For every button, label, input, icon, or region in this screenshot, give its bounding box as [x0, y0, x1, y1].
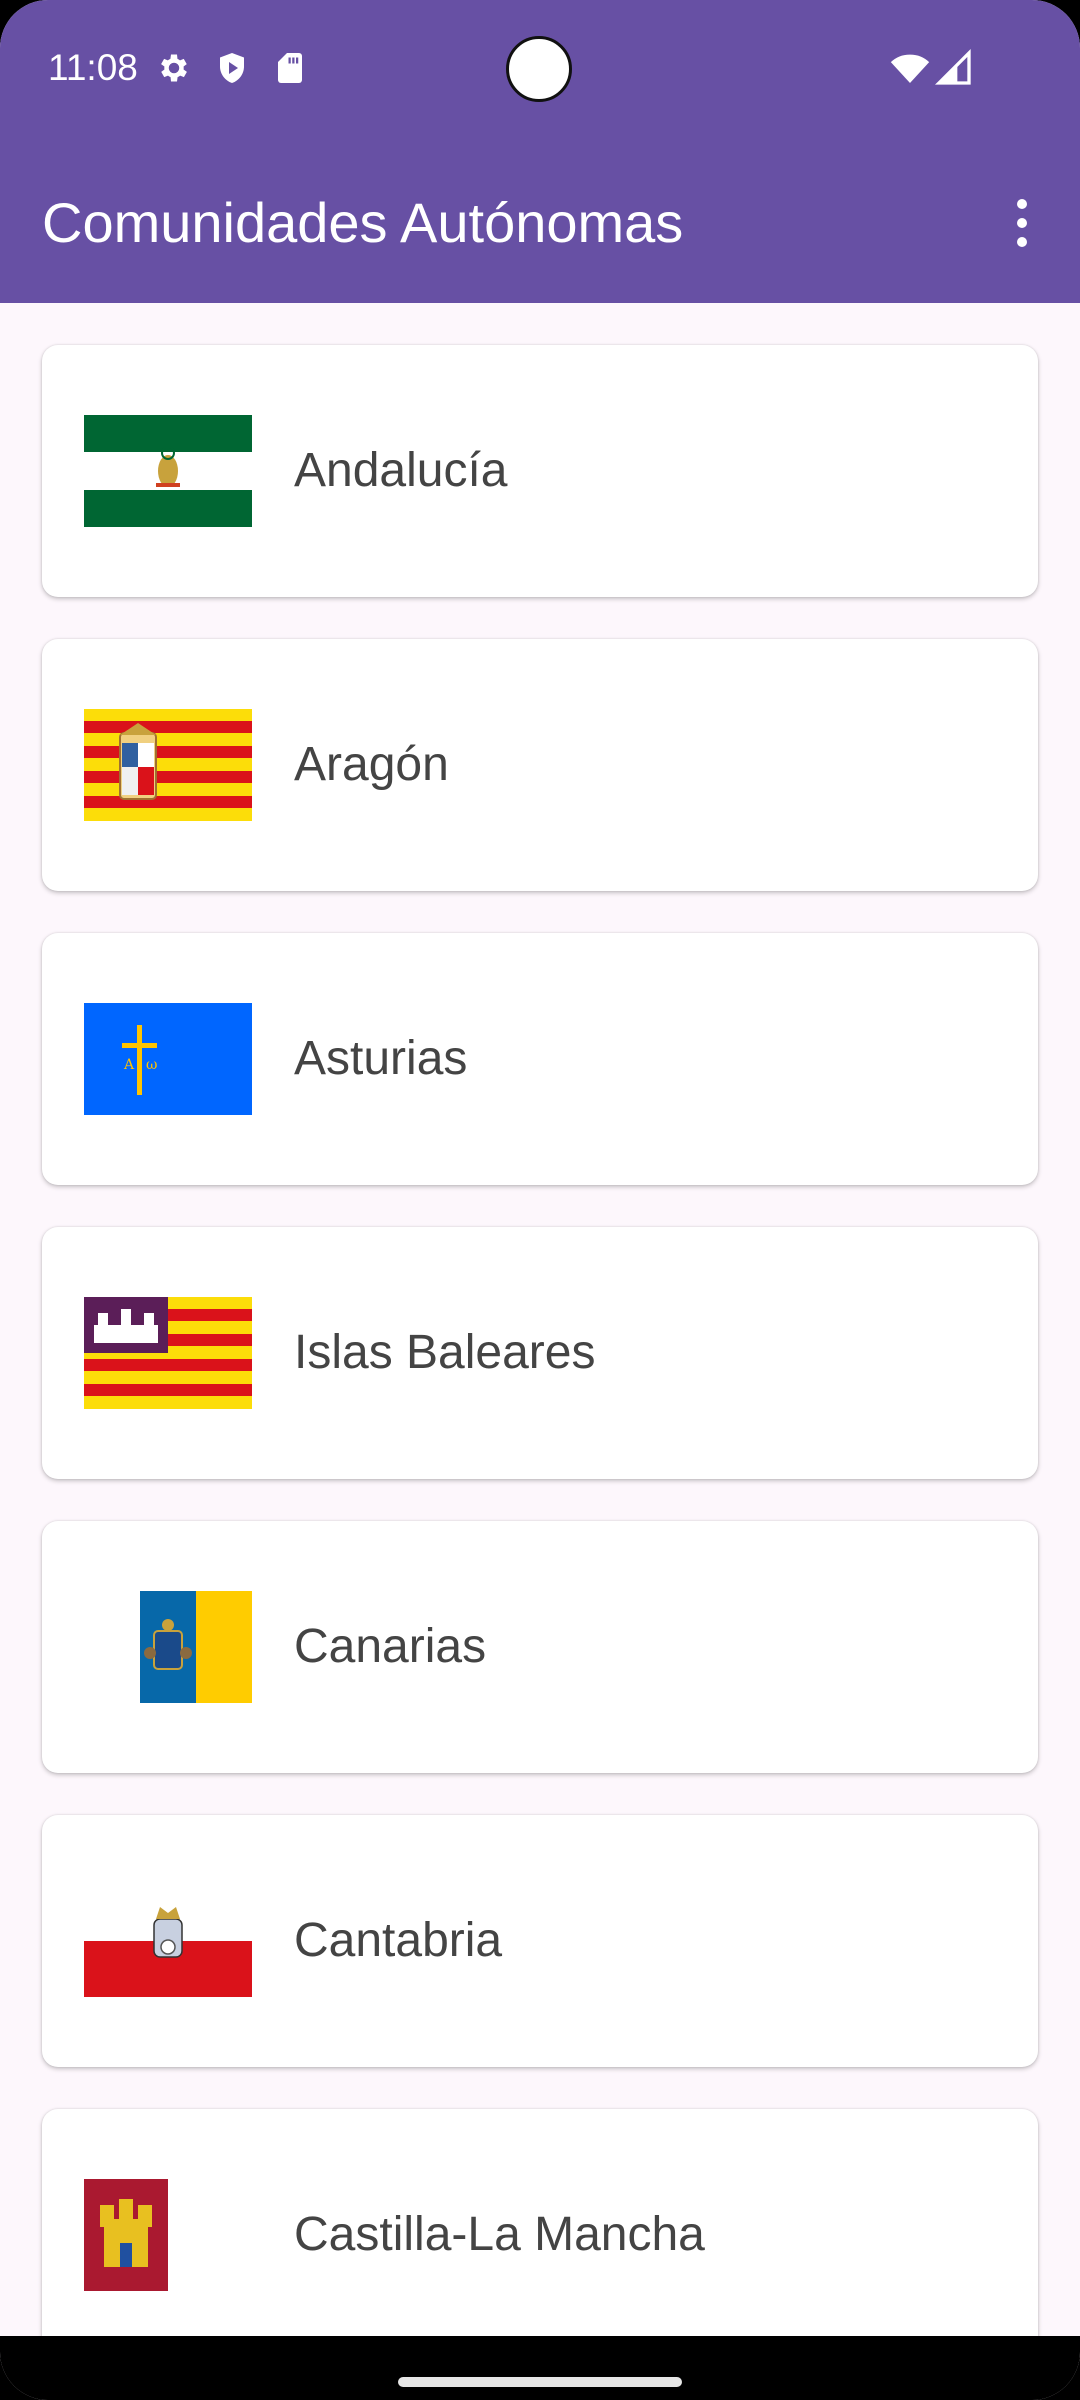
home-gesture-handle[interactable] [398, 2377, 682, 2387]
flag-asturias-icon: A ω [84, 1003, 252, 1115]
more-options-button[interactable] [995, 188, 1049, 258]
more-vert-icon [1017, 199, 1027, 209]
status-bar: 11:08 [0, 0, 1080, 136]
gear-icon [161, 54, 187, 82]
flag-castilla-la-mancha-icon [84, 2179, 252, 2291]
list-item-label: Asturias [294, 1032, 468, 1085]
list-item-label: Cantabria [294, 1914, 503, 1967]
wifi-icon [890, 54, 930, 83]
sd-card-icon [278, 53, 302, 83]
list-item-castilla-la-mancha[interactable]: Castilla-La Mancha [42, 2109, 1038, 2336]
list-item-andalucia[interactable]: Andalucía [42, 345, 1038, 597]
top-app-bar: 11:08 Comunidades Autónomas [0, 0, 1080, 303]
flag-aragon-icon [84, 709, 252, 821]
svg-text:A: A [123, 1057, 135, 1073]
flag-cantabria-icon [84, 1885, 252, 1997]
communities-list[interactable]: Andalucía Aragón A ω Asturias Islas Bale… [0, 303, 1080, 2336]
list-item-label: Andalucía [294, 444, 508, 497]
list-item-baleares[interactable]: Islas Baleares [42, 1227, 1038, 1479]
navigation-bar [0, 2336, 1080, 2400]
list-item-canarias[interactable]: Canarias [42, 1521, 1038, 1773]
flag-canarias-icon [84, 1591, 252, 1703]
svg-text:ω: ω [146, 1057, 157, 1073]
list-item-label: Aragón [294, 738, 449, 791]
list-item-label: Castilla-La Mancha [294, 2208, 705, 2261]
list-item-cantabria[interactable]: Cantabria [42, 1815, 1038, 2067]
signal-icon [934, 48, 971, 85]
flag-baleares-icon [84, 1297, 252, 1409]
list-item-label: Canarias [294, 1620, 487, 1673]
flag-andalucia-icon [84, 415, 252, 527]
camera-cutout [506, 36, 572, 102]
app-screen: 11:08 Comunidades Autónomas Andalucía Ar… [0, 0, 1080, 2400]
status-time: 11:08 [48, 47, 138, 88]
list-item-label: Islas Baleares [294, 1326, 596, 1379]
list-item-aragon[interactable]: Aragón [42, 639, 1038, 891]
list-item-asturias[interactable]: A ω Asturias [42, 933, 1038, 1185]
shield-icon [220, 53, 244, 83]
page-title: Comunidades Autónomas [42, 191, 684, 254]
